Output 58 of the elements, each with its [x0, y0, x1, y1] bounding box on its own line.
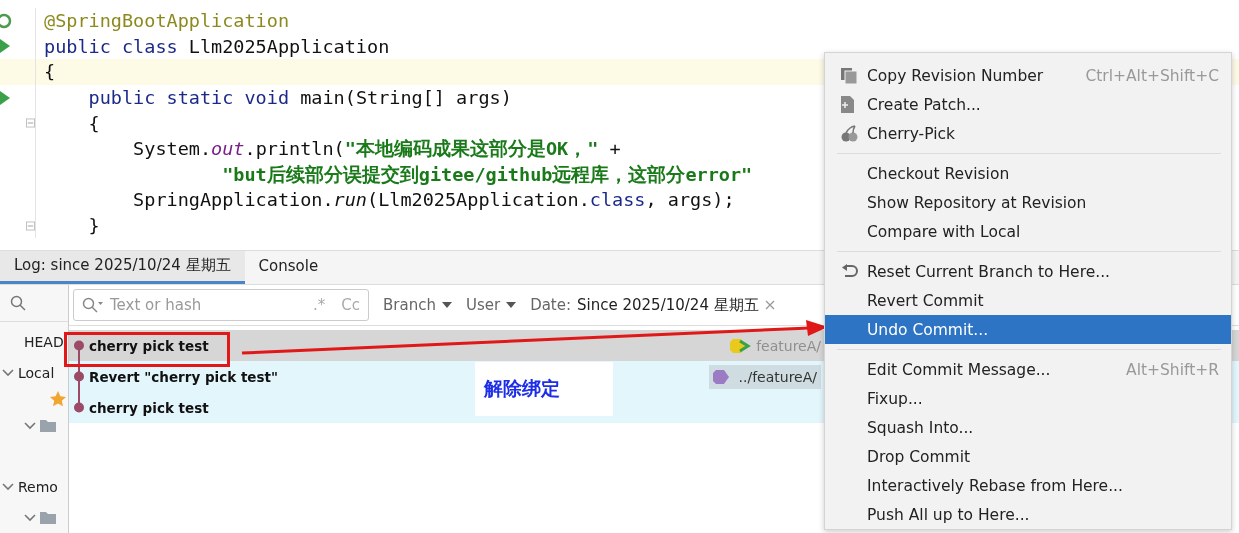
tab[interactable]: Console: [244, 250, 333, 284]
code-line: public class Llm2025Application: [43, 35, 390, 57]
menu-item[interactable]: Cherry-Pick: [825, 119, 1231, 148]
menu-item[interactable]: Compare with Local: [825, 217, 1231, 246]
chevron-icon[interactable]: [24, 421, 36, 430]
menu-item[interactable]: Reset Current Branch to Here...: [825, 257, 1231, 286]
chevron-icon[interactable]: [24, 513, 36, 522]
date-filter-label: Date:: [530, 296, 572, 314]
menu-item[interactable]: Undo Commit...: [825, 315, 1231, 344]
search-icon: [82, 297, 104, 313]
menu-item[interactable]: Show Repository at Revision: [825, 188, 1231, 217]
copy-icon: [841, 67, 857, 84]
run-icon[interactable]: [0, 90, 10, 105]
date-filter-value[interactable]: Since 2025/10/24 星期五: [577, 295, 759, 315]
close-icon[interactable]: [764, 300, 775, 310]
code-line: }: [87, 215, 100, 237]
caret-icon: [441, 302, 452, 308]
menu-item[interactable]: Checkout Revision: [825, 159, 1231, 188]
code-line: @SpringBootApplication: [43, 10, 290, 32]
fold-icon[interactable]: [26, 118, 35, 129]
code-line: "but后续部分误提交到gitee/github远程库，这部分error": [221, 162, 753, 187]
commit-message: Revert "cherry pick test": [89, 368, 279, 385]
menu-item[interactable]: Copy Revision Number Ctrl+Alt+Shift+C: [825, 61, 1231, 90]
tree-item[interactable]: HEAD: [24, 333, 64, 350]
annotation-note: 解除绑定: [475, 362, 613, 416]
commit-message: cherry pick test: [89, 337, 209, 354]
menu-item[interactable]: Revert Commit: [825, 286, 1231, 315]
star-icon: [50, 391, 66, 407]
tab[interactable]: Log: since 2025/10/24 星期五: [0, 250, 245, 284]
undo-icon: [841, 264, 858, 279]
chevron-icon[interactable]: [2, 368, 14, 377]
code-line: {: [87, 112, 100, 134]
code-line: public static void main(String[] args): [87, 87, 512, 109]
commit-message: cherry pick test: [89, 399, 209, 416]
search-icon[interactable]: [10, 295, 26, 311]
code-line: {: [43, 61, 56, 83]
tree-item[interactable]: Local: [18, 364, 55, 381]
patch-icon: [841, 96, 854, 113]
caret-icon: [506, 302, 517, 308]
tree-item[interactable]: Remo: [18, 478, 58, 495]
code-line: System.out.println("本地编码成果这部分是OK，" +: [132, 137, 621, 162]
user-filter[interactable]: User: [465, 296, 517, 314]
folder-icon: [40, 511, 56, 524]
menu-item[interactable]: Drop Commit: [825, 442, 1231, 471]
run-icon[interactable]: [0, 39, 10, 54]
cherry-icon: [841, 125, 858, 142]
menu-item[interactable]: Push All up to Here...: [825, 500, 1231, 529]
branch-filter[interactable]: Branch: [383, 296, 452, 314]
fold-icon[interactable]: [26, 220, 35, 231]
folder-icon: [40, 419, 56, 432]
branch-tag: ../featureA/: [708, 364, 821, 389]
tag-icon: [730, 338, 753, 353]
code-line: SpringApplication.run(Llm2025Application.class, args);: [132, 189, 735, 211]
menu-item[interactable]: Create Patch...: [825, 90, 1231, 119]
chevron-icon[interactable]: [2, 482, 14, 491]
graph-node-icon: [73, 361, 85, 392]
branch-tag: featureA/: [726, 333, 825, 358]
menu-item[interactable]: Interactively Rebase from Here...: [825, 471, 1231, 500]
